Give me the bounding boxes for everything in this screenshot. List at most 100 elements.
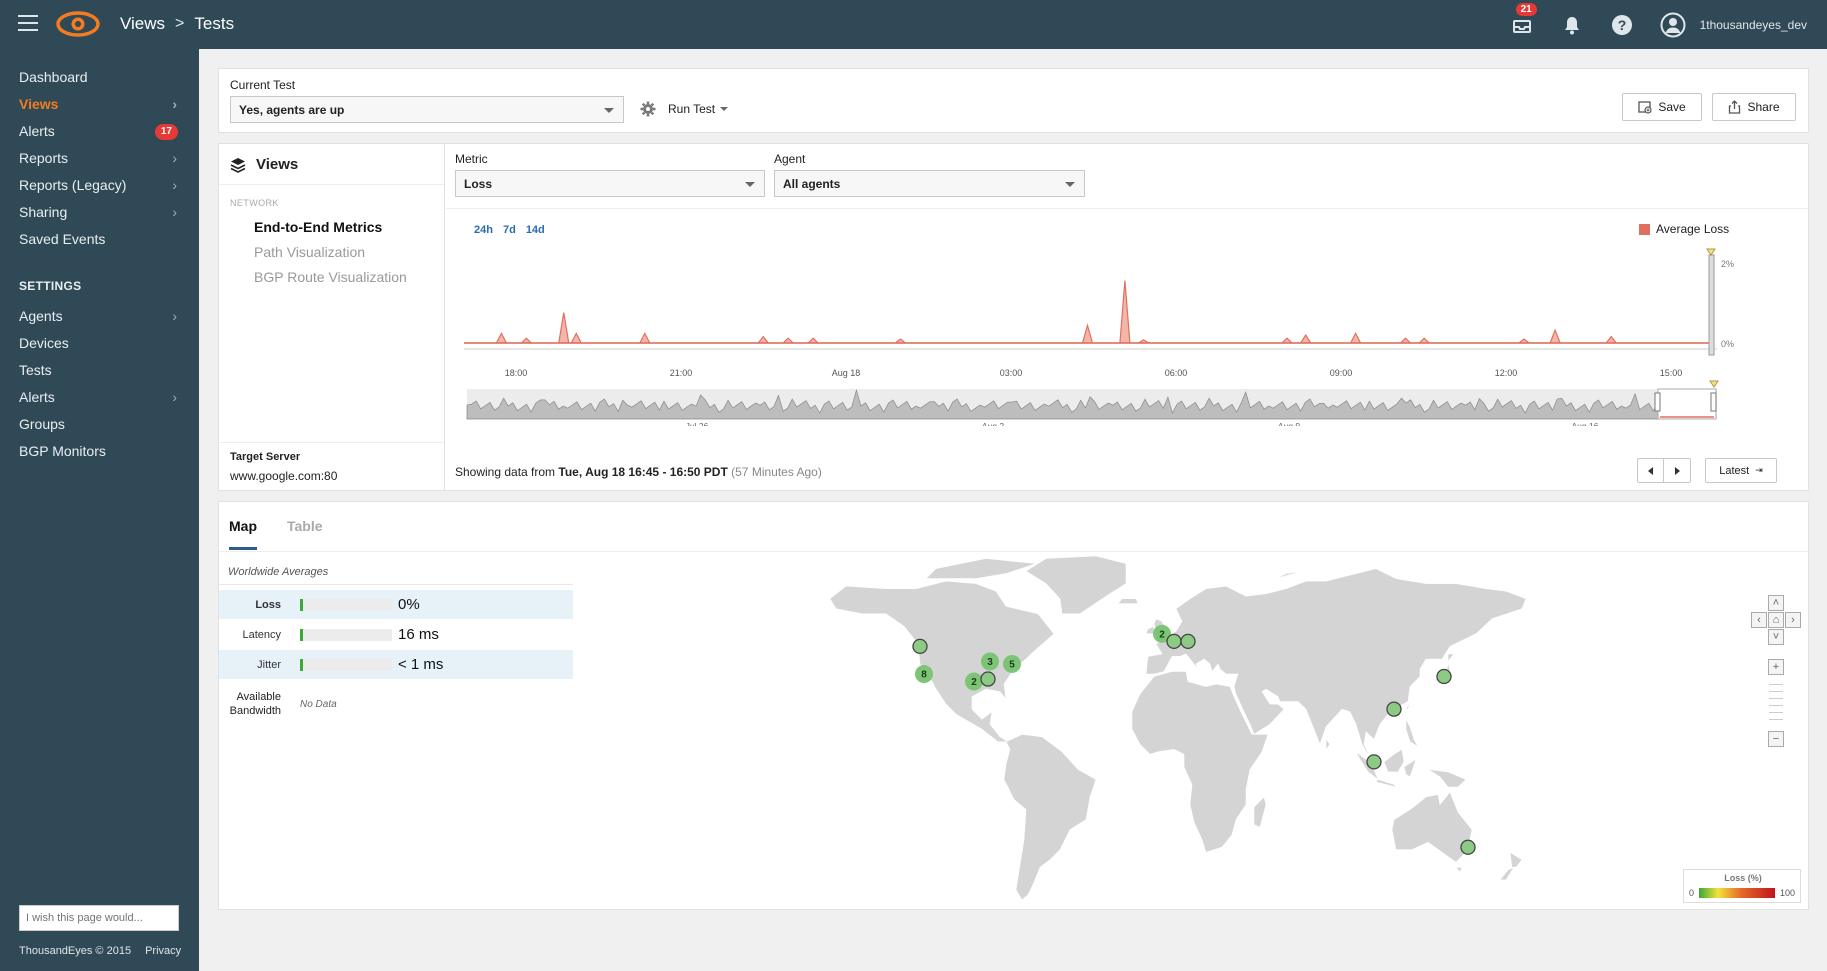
chevron-right-icon: ›	[172, 150, 177, 166]
tab-map[interactable]: Map	[229, 518, 257, 550]
latest-button[interactable]: Latest ⇥	[1705, 458, 1777, 483]
agent-circle	[1386, 701, 1402, 717]
range-14d[interactable]: 14d	[526, 224, 545, 236]
agent-marker[interactable]	[1180, 633, 1196, 650]
zoom-in-button[interactable]: +	[1768, 659, 1784, 675]
bandwidth-value: No Data	[300, 699, 337, 710]
agent-marker[interactable]: 3	[981, 652, 999, 671]
views-header: Views	[230, 156, 298, 173]
agent-marker[interactable]: 5	[1003, 654, 1021, 673]
latency-bar	[300, 628, 392, 641]
privacy-link[interactable]: Privacy	[145, 945, 181, 957]
sidebar-item-views[interactable]: Views ›	[0, 91, 199, 118]
zoom-slider-track[interactable]	[1769, 678, 1783, 726]
zoom-out-button[interactable]: −	[1768, 731, 1784, 747]
world-map[interactable]: 823 52	[806, 551, 1526, 910]
landmass	[1265, 570, 1303, 584]
agent-select[interactable]: All agents	[774, 170, 1085, 197]
current-test-select[interactable]: Yes, agents are up	[230, 96, 624, 123]
sidebar-item-settings-alerts[interactable]: Alerts ›	[0, 384, 199, 411]
landmass	[925, 558, 1037, 579]
x-tick-label: 09:00	[1330, 368, 1353, 378]
next-button[interactable]	[1664, 458, 1691, 483]
loss-bar-fill	[300, 598, 303, 611]
sidebar-item-tests[interactable]: Tests	[0, 357, 199, 384]
agent-label: Agent	[774, 152, 806, 166]
worldwide-averages-label: Worldwide Averages	[228, 566, 329, 578]
agent-marker[interactable]: 8	[915, 665, 933, 684]
tab-table[interactable]: Table	[287, 518, 323, 550]
metric-select[interactable]: Loss	[455, 170, 765, 197]
help-button[interactable]: ?	[1610, 13, 1634, 37]
agent-marker[interactable]	[1460, 839, 1476, 855]
menu-icon[interactable]	[18, 15, 38, 33]
agent-marker[interactable]	[1386, 701, 1402, 717]
sidebar-item-dashboard[interactable]: Dashboard	[0, 64, 199, 91]
overview-handle-left	[1654, 392, 1661, 412]
sidebar-item-groups[interactable]: Groups	[0, 411, 199, 438]
agent-marker[interactable]	[912, 638, 928, 655]
sidebar-item-agents[interactable]: Agents ›	[0, 303, 199, 330]
landmass	[1455, 867, 1463, 873]
view-bgp-route-visualization[interactable]: BGP Route Visualization	[254, 269, 407, 285]
user-menu[interactable]: 1thousandeyes_dev	[1660, 12, 1807, 38]
jitter-bar	[300, 658, 392, 671]
agent-marker[interactable]	[1366, 754, 1382, 770]
map-pan-control: ˄ ‹ ⌂ › ˅	[1751, 595, 1801, 645]
pan-right-button[interactable]: ›	[1785, 612, 1801, 628]
agent-marker[interactable]	[980, 671, 996, 687]
sidebar-item-reports[interactable]: Reports ›	[0, 145, 199, 172]
sidebar-item-sharing[interactable]: Sharing ›	[0, 199, 199, 226]
landmass	[1403, 758, 1417, 778]
pan-up-button[interactable]: ˄	[1768, 595, 1784, 611]
pan-left-button[interactable]: ‹	[1751, 612, 1767, 628]
range-24h[interactable]: 24h	[474, 224, 493, 236]
sidebar-item-label: Reports (Legacy)	[19, 177, 127, 193]
agent-marker[interactable]	[1166, 633, 1182, 650]
previous-button[interactable]	[1637, 458, 1664, 483]
sidebar-item-bgp-monitors[interactable]: BGP Monitors	[0, 438, 199, 465]
views-chart-panel: Views NETWORK End-to-End Metrics Path Vi…	[218, 143, 1809, 491]
notifications-button[interactable]: 21	[1510, 2, 1537, 37]
divider	[219, 584, 573, 585]
landmass	[1117, 598, 1139, 604]
save-button[interactable]: Save	[1622, 93, 1702, 121]
feedback-input[interactable]	[19, 905, 179, 931]
sidebar-footer: ThousandEyes © 2015 Privacy	[19, 945, 181, 957]
pan-down-button[interactable]: ˅	[1768, 629, 1784, 645]
alerts-bell-button[interactable]	[1560, 13, 1584, 37]
thousandeyes-logo[interactable]	[56, 10, 100, 38]
run-test-label: Run Test	[668, 102, 716, 116]
divider	[219, 442, 444, 443]
loss-chart[interactable]: 2% 0% 18:00 21:00 Aug 18 03:00 06:00 09:00 12:00…	[449, 236, 1794, 426]
landmass	[1405, 701, 1411, 710]
x-tick-label: 15:00	[1660, 368, 1683, 378]
breadcrumb-tests: Tests	[194, 14, 235, 33]
landmass	[1253, 796, 1267, 828]
agent-marker[interactable]	[1436, 668, 1452, 685]
sidebar-item-alerts[interactable]: Alerts 17	[0, 118, 199, 145]
sidebar-item-saved-events[interactable]: Saved Events	[0, 226, 199, 253]
settings-section-label: SETTINGS	[19, 279, 82, 293]
inbox-icon	[1512, 19, 1531, 33]
breadcrumb-views[interactable]: Views	[120, 14, 165, 34]
sidebar-item-label: Dashboard	[19, 69, 88, 85]
gear-icon[interactable]	[640, 101, 656, 117]
current-test-panel: Current Test Yes, agents are up Run Test…	[218, 68, 1809, 133]
sidebar-item-reports-legacy[interactable]: Reports (Legacy) ›	[0, 172, 199, 199]
share-button[interactable]: Share	[1712, 93, 1796, 121]
loss-color-legend: Loss (%) 0 100	[1683, 869, 1801, 903]
svg-text:?: ?	[1617, 17, 1626, 33]
loss-legend-title: Loss (%)	[1724, 873, 1762, 883]
agent-marker[interactable]: 2	[965, 672, 983, 691]
agent-count-label: 3	[987, 657, 993, 668]
sidebar-item-devices[interactable]: Devices	[0, 330, 199, 357]
range-7d[interactable]: 7d	[503, 224, 516, 236]
view-end-to-end-metrics[interactable]: End-to-End Metrics	[254, 219, 382, 235]
x-tick-label: 21:00	[670, 368, 693, 378]
overview-tick-label: Aug 16	[1572, 421, 1599, 426]
caret-down-icon	[720, 107, 729, 111]
view-path-visualization[interactable]: Path Visualization	[254, 244, 365, 260]
home-button[interactable]: ⌂	[1768, 612, 1784, 628]
run-test-dropdown[interactable]: Run Test	[668, 102, 729, 116]
